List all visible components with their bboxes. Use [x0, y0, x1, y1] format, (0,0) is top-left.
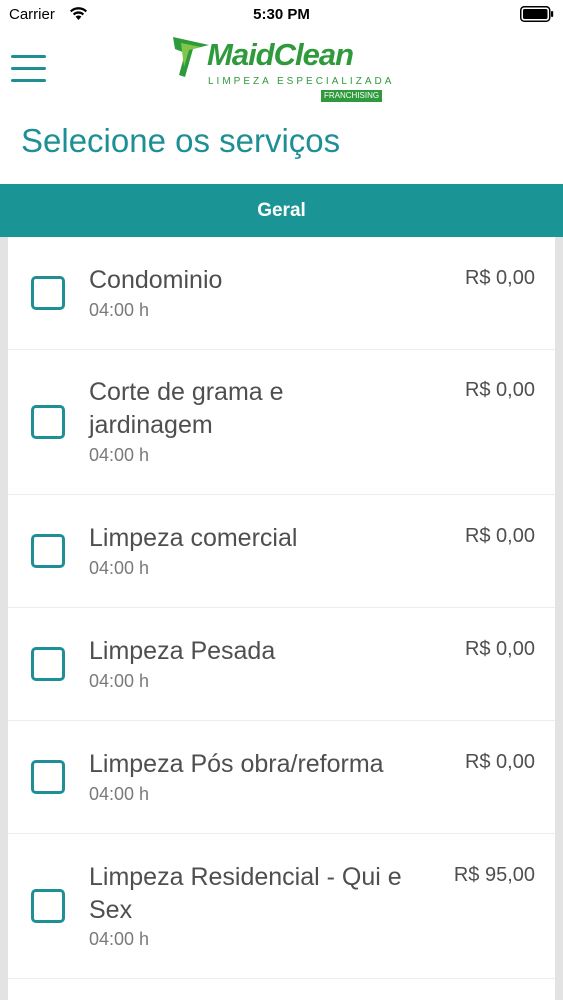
service-duration: 04:00 h [89, 558, 150, 578]
service-duration: 04:00 h [89, 671, 150, 691]
service-checkbox[interactable] [31, 534, 65, 568]
service-price: R$ 0,00 [464, 379, 535, 401]
service-item[interactable]: Limpeza Pesada 04:00 h R$ 0,00 [8, 608, 555, 721]
service-checkbox[interactable] [31, 889, 65, 923]
logo-tagline: LIMPEZA ESPECIALIZADA [208, 76, 395, 87]
service-name: Limpeza Residencial - Qui e Sex [89, 863, 402, 924]
app-header: MaidClean LIMPEZA ESPECIALIZADA FRANCHIS… [0, 30, 563, 110]
status-bar: Carrier 5:30 PM [0, 0, 563, 30]
maidclean-logo: MaidClean LIMPEZA ESPECIALIZADA FRANCHIS… [171, 33, 391, 103]
logo-badge: FRANCHISING [321, 90, 383, 102]
service-checkbox[interactable] [31, 760, 65, 794]
service-price: R$ 0,00 [464, 638, 535, 660]
service-item[interactable]: Condominio 04:00 h R$ 0,00 [8, 237, 555, 350]
status-time: 5:30 PM [253, 6, 310, 23]
service-price: R$ 95,00 [453, 864, 535, 886]
service-name: Limpeza comercial [89, 524, 298, 552]
service-duration: 04:00 h [89, 784, 150, 804]
service-duration: 04:00 h [89, 445, 150, 465]
logo-name: MaidClean [207, 37, 354, 72]
service-duration: 04:00 h [89, 929, 150, 949]
service-checkbox[interactable] [31, 647, 65, 681]
service-item[interactable]: Corte de grama e jardinagem 04:00 h R$ 0… [8, 350, 555, 495]
service-name: Limpeza Pesada [89, 637, 276, 665]
logo-leaf-icon [173, 37, 209, 77]
service-name: Corte de grama e jardinagem [89, 378, 284, 439]
service-checkbox[interactable] [31, 405, 65, 439]
service-duration: 04:00 h [89, 300, 150, 320]
section-header-geral: Geral [0, 184, 563, 237]
service-name: Limpeza Pós obra/reforma [89, 750, 384, 778]
service-item[interactable]: Limpeza Pós obra/reforma 04:00 h R$ 0,00 [8, 721, 555, 834]
services-list-container: Condominio 04:00 h R$ 0,00 Corte de gram… [0, 237, 563, 1000]
service-price: R$ 0,00 [464, 525, 535, 547]
service-price: R$ 0,00 [464, 267, 535, 289]
services-list[interactable]: Condominio 04:00 h R$ 0,00 Corte de gram… [8, 237, 555, 1000]
service-item[interactable]: Limpeza comercial 04:00 h R$ 0,00 [8, 495, 555, 608]
service-price: R$ 0,00 [464, 751, 535, 773]
service-name: Condominio [89, 266, 223, 294]
hamburger-menu-icon[interactable] [11, 55, 47, 85]
service-item[interactable]: Limpeza Residencial - Qui e Sex 04:00 h … [8, 834, 555, 979]
page-title: Selecione os serviços [21, 122, 341, 159]
service-checkbox[interactable] [31, 276, 65, 310]
section-label: Geral [257, 200, 306, 221]
battery-full-icon [520, 6, 554, 22]
